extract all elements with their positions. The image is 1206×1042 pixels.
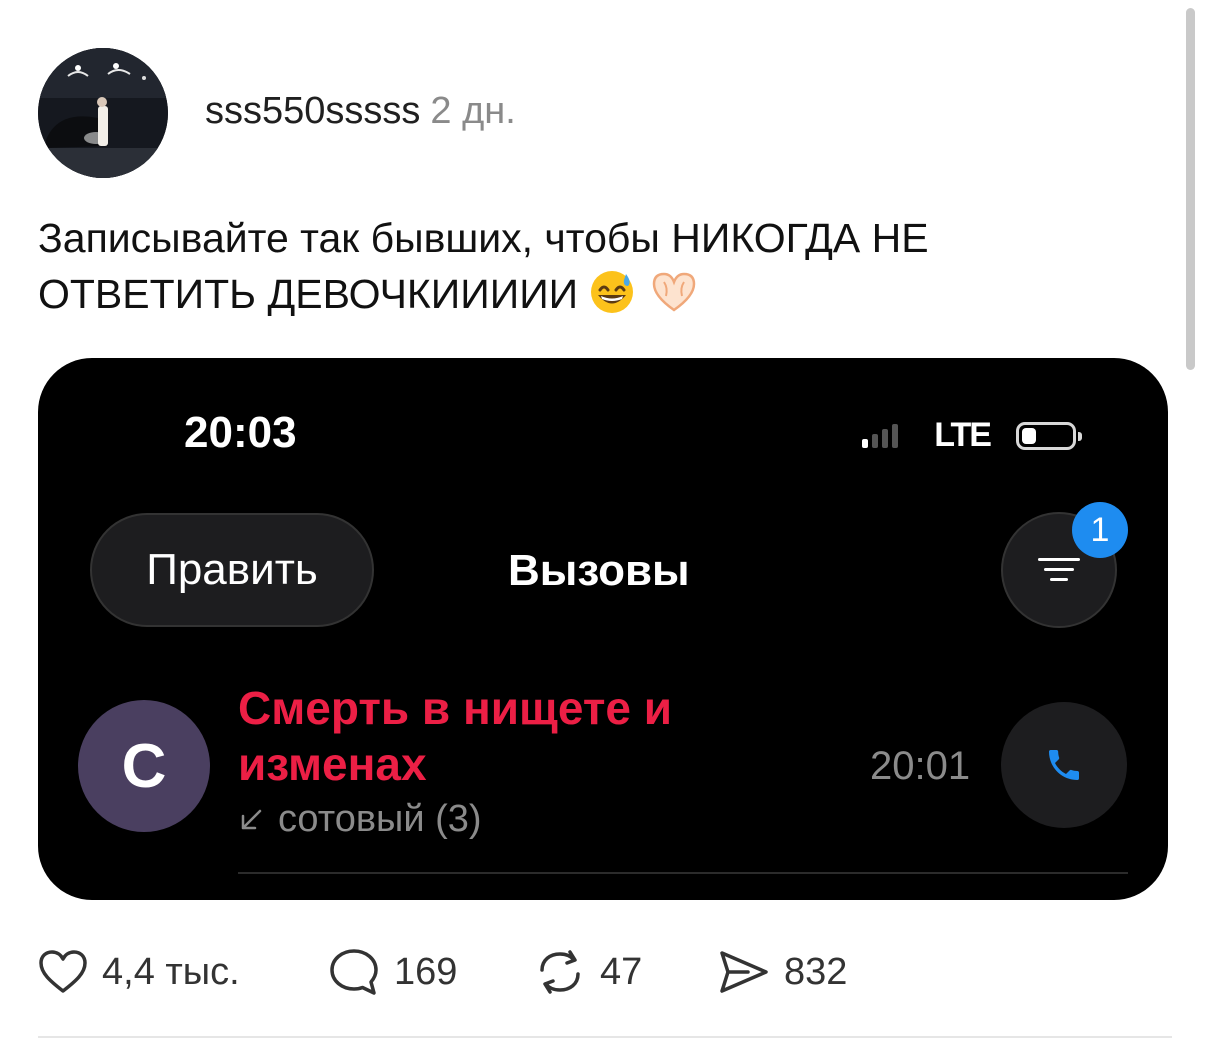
grinning-sweat-emoji bbox=[588, 268, 636, 330]
comment-action[interactable]: 169 bbox=[328, 946, 457, 998]
reposts-count: 47 bbox=[600, 950, 643, 993]
contact-avatar[interactable]: С bbox=[78, 700, 210, 832]
call-subtitle: сотовый (3) bbox=[278, 798, 482, 840]
battery-icon bbox=[1016, 421, 1082, 450]
like-action[interactable]: 4,4 тыс. bbox=[38, 946, 240, 998]
filter-badge: 1 bbox=[1072, 502, 1128, 558]
post-author: sss550sssss 2 дн. bbox=[205, 88, 516, 134]
shares-count: 832 bbox=[784, 950, 848, 993]
page-title: Вызовы bbox=[508, 546, 690, 595]
author-avatar[interactable] bbox=[38, 48, 168, 178]
filter-icon bbox=[1038, 558, 1080, 581]
comment-icon bbox=[330, 949, 378, 995]
status-time: 20:03 bbox=[184, 408, 297, 457]
heart-icon bbox=[39, 950, 87, 993]
status-indicators: LTE bbox=[862, 416, 1082, 455]
post-separator bbox=[38, 1036, 1172, 1038]
heart-hands-emoji bbox=[646, 268, 702, 330]
share-icon bbox=[720, 951, 768, 993]
page-scrollbar[interactable] bbox=[1186, 8, 1195, 370]
edit-button[interactable]: Править bbox=[90, 513, 374, 627]
post-text-body: Записывайте так бывших, чтобы НИКОГДА НЕ… bbox=[38, 215, 929, 317]
post-text: Записывайте так бывших, чтобы НИКОГДА НЕ… bbox=[38, 210, 1148, 330]
likes-count: 4,4 тыс. bbox=[102, 950, 240, 993]
post-actions: 4,4 тыс. 169 47 832 bbox=[38, 946, 1158, 998]
signal-icon bbox=[862, 423, 899, 448]
incoming-arrow-icon bbox=[241, 809, 262, 830]
repost-action[interactable]: 47 bbox=[534, 946, 642, 998]
author-name[interactable]: sss550sssss bbox=[205, 90, 420, 132]
network-label: LTE bbox=[934, 416, 992, 454]
contact-name[interactable]: Смерть в нищете и изменах bbox=[238, 680, 798, 792]
calls-screenshot: 20:03 LTE Править Вызовы 1 С Смерть в ни… bbox=[38, 358, 1168, 900]
share-action[interactable]: 832 bbox=[718, 946, 847, 998]
call-type: сотовый (3) bbox=[238, 798, 482, 841]
call-time: 20:01 bbox=[870, 744, 971, 788]
phone-icon bbox=[1049, 750, 1079, 780]
call-button[interactable] bbox=[1001, 702, 1127, 828]
repost-icon bbox=[540, 950, 580, 994]
comments-count: 169 bbox=[394, 950, 458, 993]
list-divider bbox=[238, 872, 1128, 874]
post-time: 2 дн. bbox=[430, 90, 516, 132]
